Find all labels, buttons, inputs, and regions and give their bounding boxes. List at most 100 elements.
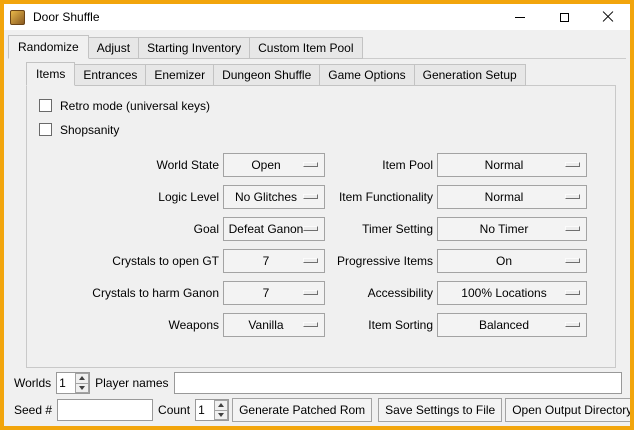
- tab-starting-inventory[interactable]: Starting Inventory: [138, 37, 250, 59]
- tab-generation-setup[interactable]: Generation Setup: [414, 64, 526, 86]
- worlds-label: Worlds: [12, 376, 53, 390]
- retro-mode-label: Retro mode (universal keys): [60, 99, 210, 113]
- count-label: Count: [156, 403, 192, 417]
- dropdown-indicator-icon: [565, 290, 580, 295]
- worlds-row: Worlds Player names: [12, 372, 622, 394]
- checkbox-retro-mode[interactable]: Retro mode (universal keys): [39, 95, 615, 116]
- dropdown-timer-setting[interactable]: No Timer: [437, 217, 587, 241]
- dropdown-goal[interactable]: Defeat Ganon: [223, 217, 325, 241]
- dropdown-weapons[interactable]: Vanilla: [223, 313, 325, 337]
- progressive-items-label: Progressive Items: [329, 248, 433, 273]
- dropdown-world-state[interactable]: Open: [223, 153, 325, 177]
- window-title: Door Shuffle: [33, 10, 100, 24]
- item-functionality-label: Item Functionality: [329, 184, 433, 209]
- item-sorting-label: Item Sorting: [329, 312, 433, 337]
- dropdown-value: Vanilla: [248, 318, 283, 332]
- dropdown-value: Normal: [485, 190, 524, 204]
- count-input[interactable]: [196, 400, 214, 420]
- inner-tab-strip: Items Entrances Enemizer Dungeon Shuffle…: [26, 62, 616, 86]
- dropdown-crystals-harm-ganon[interactable]: 7: [223, 281, 325, 305]
- dropdown-value: Open: [251, 158, 280, 172]
- dropdown-indicator-icon: [565, 226, 580, 231]
- logic-level-label: Logic Level: [39, 184, 219, 209]
- maximize-button[interactable]: [542, 4, 586, 30]
- seed-row: Seed # Count Generate Patched Rom Save S…: [12, 398, 622, 422]
- tab-items[interactable]: Items: [26, 62, 75, 86]
- retro-mode-checkbox-box[interactable]: [39, 99, 52, 112]
- bottom-bar: Worlds Player names Seed # Count: [12, 372, 622, 422]
- worlds-spinbox[interactable]: [56, 372, 90, 394]
- dropdown-indicator-icon: [565, 258, 580, 263]
- worlds-spin-buttons: [75, 373, 89, 393]
- dropdown-indicator-icon: [303, 322, 318, 327]
- goal-label: Goal: [39, 216, 219, 241]
- minimize-button[interactable]: [498, 4, 542, 30]
- dropdown-value: Defeat Ganon: [229, 222, 304, 236]
- dropdown-accessibility[interactable]: 100% Locations: [437, 281, 587, 305]
- item-pool-label: Item Pool: [329, 152, 433, 177]
- dropdown-indicator-icon: [303, 290, 318, 295]
- tab-enemizer[interactable]: Enemizer: [145, 64, 214, 86]
- minimize-icon: [515, 17, 525, 18]
- dropdown-value: 100% Locations: [461, 286, 546, 300]
- dropdown-value: On: [496, 254, 512, 268]
- timer-setting-label: Timer Setting: [329, 216, 433, 241]
- count-spin-buttons: [214, 400, 228, 420]
- dropdown-value: 7: [263, 254, 270, 268]
- tab-custom-item-pool[interactable]: Custom Item Pool: [249, 37, 362, 59]
- count-spinbox[interactable]: [195, 399, 229, 421]
- player-names-input[interactable]: [174, 372, 623, 394]
- worlds-input[interactable]: [57, 373, 75, 393]
- dropdown-logic-level[interactable]: No Glitches: [223, 185, 325, 209]
- app-icon: [10, 10, 25, 25]
- open-output-directory-button[interactable]: Open Output Directory: [505, 398, 634, 422]
- window-controls: [498, 4, 630, 30]
- dropdown-item-sorting[interactable]: Balanced: [437, 313, 587, 337]
- dropdown-item-pool[interactable]: Normal: [437, 153, 587, 177]
- dropdown-value: No Glitches: [235, 190, 297, 204]
- dropdown-indicator-icon: [303, 226, 318, 231]
- weapons-label: Weapons: [39, 312, 219, 337]
- tab-game-options[interactable]: Game Options: [319, 64, 414, 86]
- crystals-harm-ganon-label: Crystals to harm Ganon: [39, 280, 219, 305]
- shopsanity-label: Shopsanity: [60, 123, 119, 137]
- world-state-label: World State: [39, 152, 219, 177]
- dropdown-indicator-icon: [565, 194, 580, 199]
- spin-down-icon[interactable]: [75, 383, 89, 394]
- close-icon: [602, 11, 614, 23]
- app-window: Door Shuffle Randomize Adjust Starting I…: [0, 0, 634, 430]
- tab-adjust[interactable]: Adjust: [88, 37, 139, 59]
- player-names-label: Player names: [93, 376, 170, 390]
- dropdown-value: Balanced: [479, 318, 529, 332]
- titlebar: Door Shuffle: [4, 4, 630, 30]
- shopsanity-checkbox-box[interactable]: [39, 123, 52, 136]
- close-button[interactable]: [586, 4, 630, 30]
- checkbox-shopsanity[interactable]: Shopsanity: [39, 119, 615, 140]
- dropdown-value: 7: [263, 286, 270, 300]
- dropdown-value: Normal: [485, 158, 524, 172]
- generate-patched-rom-button[interactable]: Generate Patched Rom: [232, 398, 372, 422]
- main-tab-bar: Randomize Adjust Starting Inventory Cust…: [8, 35, 626, 59]
- dropdown-indicator-icon: [303, 258, 318, 263]
- inner-tab-bar: Items Entrances Enemizer Dungeon Shuffle…: [26, 62, 616, 86]
- tab-randomize[interactable]: Randomize: [8, 35, 89, 59]
- items-pane: Retro mode (universal keys) Shopsanity W…: [26, 85, 616, 368]
- save-settings-button[interactable]: Save Settings to File: [378, 398, 502, 422]
- maximize-icon: [560, 13, 569, 22]
- dropdown-indicator-icon: [565, 322, 580, 327]
- spin-down-icon[interactable]: [214, 410, 228, 421]
- dropdown-crystals-open-gt[interactable]: 7: [223, 249, 325, 273]
- tab-entrances[interactable]: Entrances: [74, 64, 146, 86]
- seed-input[interactable]: [57, 399, 153, 421]
- accessibility-label: Accessibility: [329, 280, 433, 305]
- dropdown-value: No Timer: [480, 222, 529, 236]
- tab-dungeon-shuffle[interactable]: Dungeon Shuffle: [213, 64, 320, 86]
- crystals-open-gt-label: Crystals to open GT: [39, 248, 219, 273]
- dropdown-indicator-icon: [565, 162, 580, 167]
- main-tab-strip: Randomize Adjust Starting Inventory Cust…: [8, 35, 626, 59]
- dropdown-item-functionality[interactable]: Normal: [437, 185, 587, 209]
- settings-grid: World State Open Item Pool Normal Logic …: [39, 152, 615, 337]
- dropdown-progressive-items[interactable]: On: [437, 249, 587, 273]
- dropdown-indicator-icon: [303, 194, 318, 199]
- dropdown-indicator-icon: [303, 162, 318, 167]
